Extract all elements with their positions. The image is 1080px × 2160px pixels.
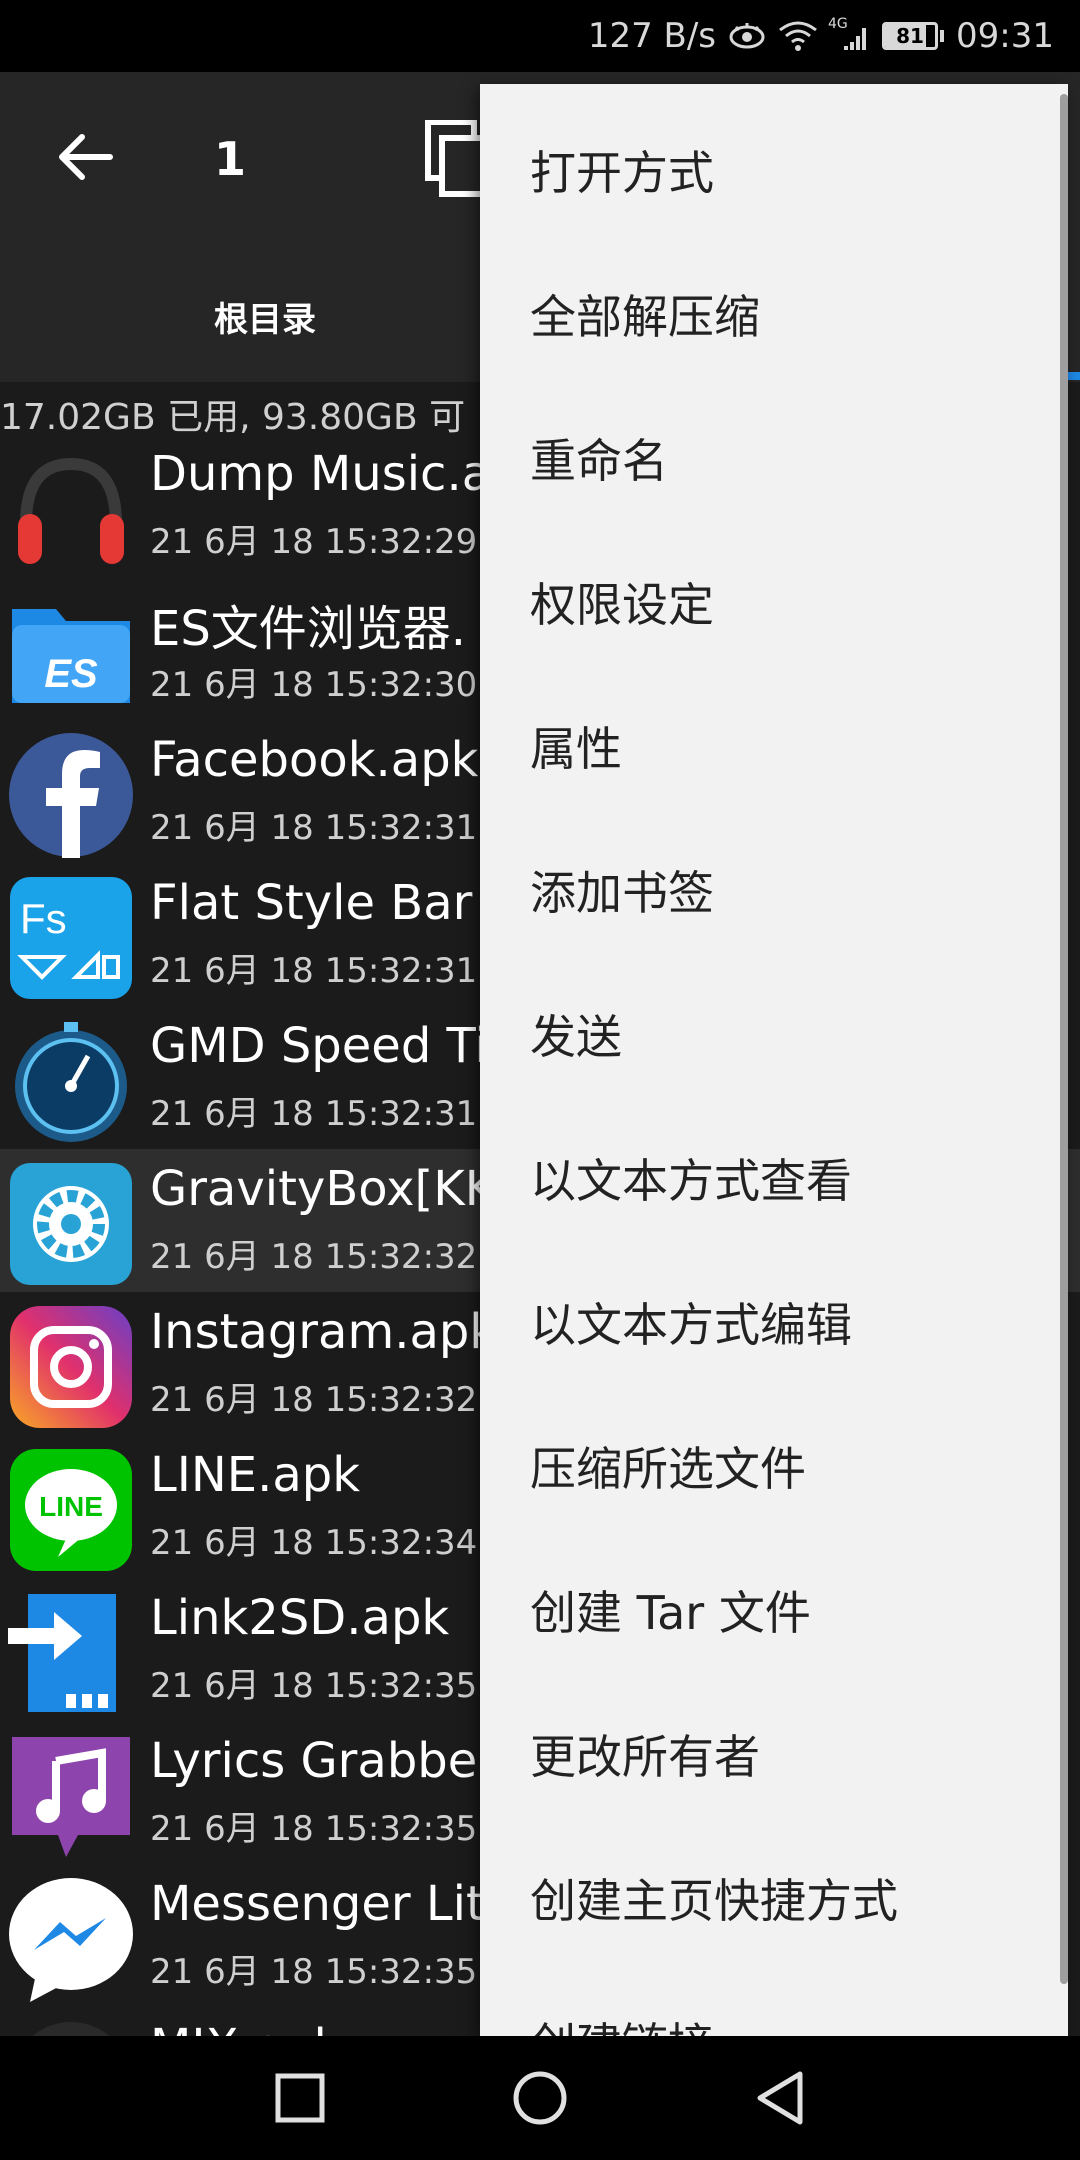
svg-text:ES: ES bbox=[44, 652, 98, 696]
file-name: Instagram.apk bbox=[150, 1304, 498, 1360]
file-name: Link2SD.apk bbox=[150, 1590, 450, 1646]
sd-card-icon bbox=[6, 1588, 136, 1718]
file-meta: 21 6月 18 15:32:35 5 bbox=[150, 1809, 510, 1849]
status-bar: 127 B/s 4G 81 09:31 bbox=[0, 0, 1080, 72]
speed-dial-icon bbox=[6, 1016, 136, 1146]
menu-scrollbar[interactable] bbox=[1060, 94, 1068, 1984]
svg-text:Fs: Fs bbox=[20, 895, 67, 942]
home-icon[interactable] bbox=[502, 2060, 578, 2136]
wifi-icon bbox=[778, 20, 818, 52]
file-name: Lyrics Grabber. bbox=[150, 1733, 508, 1789]
file-meta: 21 6月 18 15:32:34 7 bbox=[150, 1523, 510, 1563]
recent-apps-icon[interactable] bbox=[262, 2060, 338, 2136]
tab-root-directory[interactable]: 根目录 bbox=[214, 292, 316, 341]
fs-icon: Fs bbox=[6, 873, 136, 1003]
file-name: GravityBox[KK] bbox=[150, 1161, 515, 1217]
instagram-icon bbox=[6, 1302, 136, 1432]
menu-item-send[interactable]: 发送 bbox=[480, 962, 1068, 1106]
menu-item-create-shortcut[interactable]: 创建主页快捷方式 bbox=[480, 1826, 1068, 1970]
file-meta: 21 6月 18 15:32:32 3 bbox=[150, 1380, 510, 1420]
menu-item-rename[interactable]: 重命名 bbox=[480, 386, 1068, 530]
file-name: Messenger Lite bbox=[150, 1876, 515, 1932]
clock: 09:31 bbox=[956, 16, 1054, 56]
file-name: Flat Style Bar I bbox=[150, 875, 502, 931]
file-name: GMD Speed Ti bbox=[150, 1018, 488, 1074]
file-meta: 21 6月 18 15:32:30 1 bbox=[150, 665, 510, 705]
eye-comfort-icon bbox=[728, 21, 766, 51]
file-meta: 21 6月 18 15:32:31 6 bbox=[150, 808, 510, 848]
svg-text:LINE: LINE bbox=[39, 1491, 103, 1522]
es-folder-icon: ES bbox=[6, 587, 136, 717]
battery-icon: 81 bbox=[882, 22, 945, 50]
menu-item-properties[interactable]: 属性 bbox=[480, 674, 1068, 818]
back-icon[interactable] bbox=[742, 2060, 818, 2136]
menu-item-add-bookmark[interactable]: 添加书签 bbox=[480, 818, 1068, 962]
menu-item-extract-all[interactable]: 全部解压缩 bbox=[480, 242, 1068, 386]
menu-item-open-with[interactable]: 打开方式 bbox=[480, 98, 1068, 242]
back-arrow-icon[interactable] bbox=[50, 122, 120, 192]
menu-item-permissions[interactable]: 权限设定 bbox=[480, 530, 1068, 674]
file-name: MIX.apk bbox=[150, 2019, 341, 2036]
messenger-icon bbox=[6, 1874, 136, 2004]
file-meta: 21 6月 18 15:32:31 1 bbox=[150, 1094, 510, 1134]
menu-item-create-tar[interactable]: 创建 Tar 文件 bbox=[480, 1538, 1068, 1682]
system-nav-bar bbox=[0, 2036, 1080, 2160]
storage-info: 17.02GB 已用, 93.80GB 可 bbox=[0, 397, 466, 438]
file-name: LINE.apk bbox=[150, 1447, 361, 1503]
line-icon: LINE bbox=[6, 1445, 136, 1575]
file-meta: 21 6月 18 15:32:35 3 bbox=[150, 1666, 510, 1706]
context-menu: 打开方式 全部解压缩 重命名 权限设定 属性 添加书签 发送 以文本方式查看 以… bbox=[480, 84, 1068, 2036]
file-name: ES文件浏览器. bbox=[150, 601, 467, 657]
facebook-icon bbox=[6, 730, 136, 860]
file-name: Dump Music.a bbox=[150, 446, 492, 502]
file-meta: 21 6月 18 15:32:35 7 bbox=[150, 1952, 510, 1992]
network-speed: 127 B/s bbox=[587, 16, 717, 56]
menu-item-view-as-text[interactable]: 以文本方式查看 bbox=[480, 1106, 1068, 1250]
file-name: Facebook.apk bbox=[150, 732, 479, 788]
status-icons: 127 B/s 4G 81 09:31 bbox=[588, 0, 1054, 72]
file-meta: 21 6月 18 15:32:31 1 bbox=[150, 951, 510, 991]
menu-item-create-link[interactable]: 创建链接 bbox=[480, 1970, 1068, 2036]
headphones-icon bbox=[6, 444, 136, 574]
battery-level: 81 bbox=[896, 24, 924, 48]
mix-icon bbox=[6, 2017, 136, 2036]
network-type: 4G bbox=[828, 16, 848, 32]
menu-item-edit-as-text[interactable]: 以文本方式编辑 bbox=[480, 1250, 1068, 1394]
menu-item-compress-selected[interactable]: 压缩所选文件 bbox=[480, 1394, 1068, 1538]
menu-item-change-owner[interactable]: 更改所有者 bbox=[480, 1682, 1068, 1826]
music-note-icon bbox=[6, 1731, 136, 1861]
file-meta: 21 6月 18 15:32:32 4 bbox=[150, 1237, 510, 1277]
cell-signal-icon: 4G bbox=[828, 16, 870, 52]
selection-count: 1 bbox=[214, 132, 247, 186]
file-meta: 21 6月 18 15:32:29 2 bbox=[150, 522, 510, 562]
gear-icon bbox=[6, 1159, 136, 1289]
